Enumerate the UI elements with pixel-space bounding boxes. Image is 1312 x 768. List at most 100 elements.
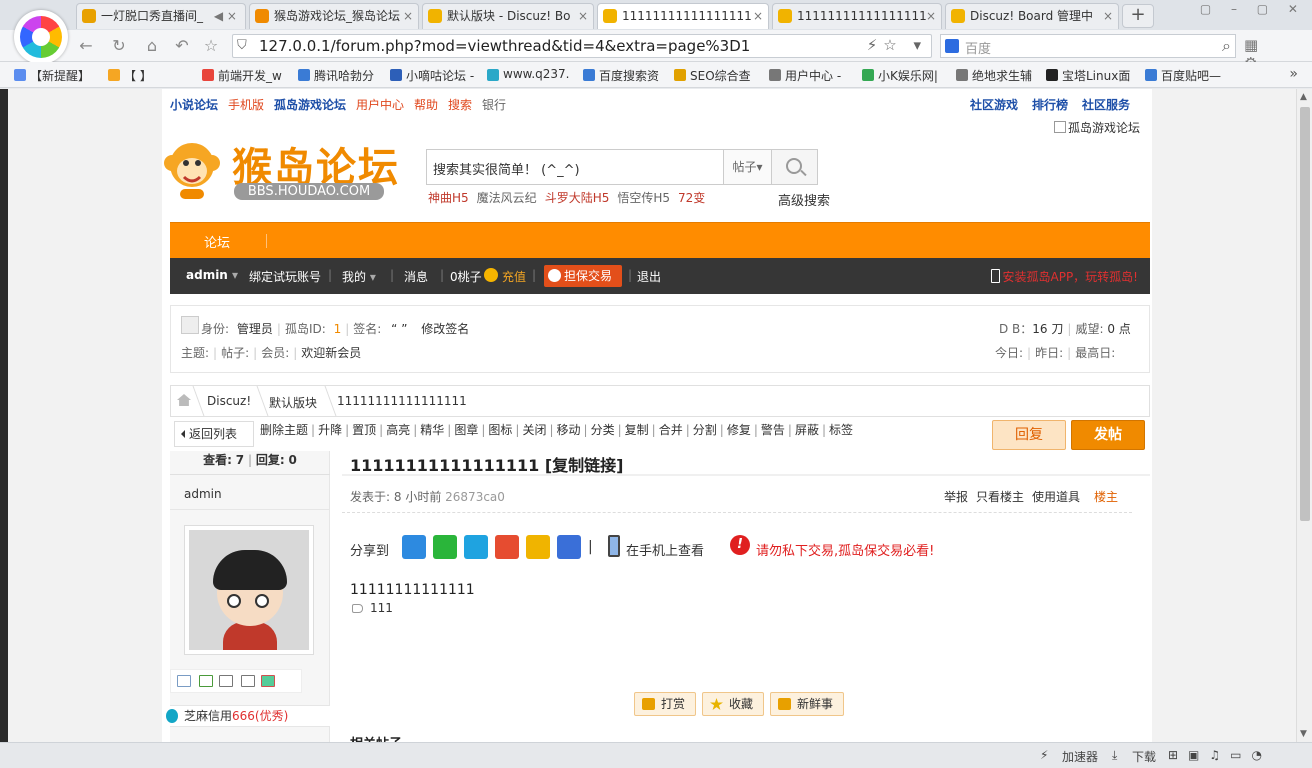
search-icon[interactable]: ⌕ bbox=[1222, 36, 1231, 56]
mod-action[interactable]: 标签 bbox=[829, 423, 853, 437]
bookmark-item[interactable]: 绝地求生辅 bbox=[956, 67, 1032, 84]
bookmark-item[interactable]: www.q237. bbox=[487, 67, 570, 81]
toplink-games[interactable]: 社区游戏 bbox=[970, 96, 1018, 113]
download-icon[interactable]: ⤓ bbox=[1112, 748, 1117, 763]
tab-close-icon[interactable]: × bbox=[1103, 4, 1113, 28]
browser-search-input[interactable]: 百度 ⌕ bbox=[940, 34, 1236, 58]
toplink-services[interactable]: 社区服务 bbox=[1082, 96, 1130, 113]
mod-action[interactable]: 升降 bbox=[318, 423, 342, 437]
bookmark-item[interactable]: 小K娱乐网| bbox=[862, 67, 938, 84]
bookmark-item[interactable]: 用户中心 - bbox=[769, 67, 841, 84]
floor-label[interactable]: 楼主 bbox=[1094, 490, 1118, 504]
hotword-link[interactable]: 魔法风云纪 bbox=[477, 191, 537, 205]
banner-broken-image[interactable]: 孤岛游戏论坛 bbox=[1054, 119, 1140, 136]
mod-action[interactable]: 关闭 bbox=[522, 423, 546, 437]
tab-close-icon[interactable]: × bbox=[926, 4, 936, 28]
bookmark-item[interactable]: 腾讯哈勃分 bbox=[298, 67, 374, 84]
bookmark-item[interactable]: 百度贴吧— bbox=[1145, 67, 1221, 84]
blocks-icon[interactable] bbox=[261, 675, 275, 687]
mod-action[interactable]: 警告 bbox=[761, 423, 785, 437]
page-scrollbar[interactable]: ▲ ▼ bbox=[1296, 89, 1312, 742]
bookmark-item[interactable]: SEO综合查 bbox=[674, 67, 751, 84]
tag-link[interactable]: 111 bbox=[370, 601, 393, 615]
bookmark-item[interactable]: 宝塔Linux面 bbox=[1046, 67, 1130, 84]
toplink-usercenter[interactable]: 用户中心 bbox=[356, 96, 404, 113]
guarantee-trade-button[interactable]: 担保交易 bbox=[544, 265, 622, 287]
new-post-button[interactable]: 发帖 bbox=[1071, 420, 1145, 450]
scroll-up-icon[interactable]: ▲ bbox=[1300, 92, 1307, 102]
mobile-view-link[interactable]: 在手机上查看 bbox=[626, 540, 704, 559]
qq-share-icon[interactable] bbox=[402, 535, 426, 559]
mod-action[interactable]: 精华 bbox=[420, 423, 444, 437]
toplink-rank[interactable]: 排行榜 bbox=[1032, 96, 1068, 113]
share-news-button[interactable]: 新鲜事 bbox=[770, 692, 845, 716]
bookmark-item[interactable]: 小嘀咕论坛 - bbox=[390, 67, 474, 84]
nav-item-forum[interactable]: 论坛 bbox=[204, 232, 230, 251]
card-icon[interactable] bbox=[241, 675, 255, 687]
download-label[interactable]: 下载 bbox=[1132, 748, 1156, 765]
browser-logo-icon[interactable] bbox=[14, 10, 68, 64]
new-tab-button[interactable]: + bbox=[1122, 4, 1154, 28]
bookmark-item[interactable]: 百度搜索资 bbox=[583, 67, 659, 84]
profile-icon[interactable] bbox=[219, 675, 233, 687]
mail-icon[interactable] bbox=[177, 675, 191, 687]
scrollbar-thumb[interactable] bbox=[1300, 107, 1310, 521]
mod-action[interactable]: 高亮 bbox=[386, 423, 410, 437]
hotword-link[interactable]: 斗罗大陆H5 bbox=[545, 191, 610, 205]
mod-action[interactable]: 分类 bbox=[591, 423, 615, 437]
mod-action[interactable]: 图标 bbox=[488, 423, 512, 437]
add-friend-icon[interactable] bbox=[199, 675, 213, 687]
mod-action[interactable]: 图章 bbox=[454, 423, 478, 437]
address-bar[interactable]: ⛉ 127.0.0.1/forum.php?mod=viewthread&tid… bbox=[232, 34, 932, 58]
bind-trial-account-link[interactable]: 绑定试玩账号 bbox=[249, 268, 321, 285]
bookmark-item[interactable]: 【新提醒】 bbox=[14, 67, 90, 84]
home-icon[interactable]: ⌂ bbox=[142, 36, 162, 56]
hotword-link[interactable]: 神曲H5 bbox=[428, 191, 469, 205]
tab-3-active[interactable]: 11111111111111111 × bbox=[597, 3, 769, 29]
tieba-share-icon[interactable] bbox=[557, 535, 581, 559]
trade-warning-link[interactable]: 请勿私下交易,孤岛保交易必看! bbox=[756, 540, 934, 559]
back-to-list-button[interactable]: 返回列表 bbox=[174, 421, 254, 447]
use-item-link[interactable]: 使用道具 bbox=[1032, 490, 1080, 504]
edit-sign-link[interactable]: 修改签名 bbox=[421, 322, 469, 336]
undo-icon[interactable]: ↶ bbox=[172, 36, 192, 56]
logout-link[interactable]: 退出 bbox=[637, 268, 661, 285]
back-icon[interactable]: ← bbox=[76, 36, 96, 56]
favorite-button[interactable]: 收藏 bbox=[702, 692, 765, 716]
hotword-link[interactable]: 悟空传H5 bbox=[617, 191, 670, 205]
accelerator-label[interactable]: 加速器 bbox=[1062, 748, 1098, 765]
forum-search-input[interactable]: 搜索其实很简单！ (^_^) bbox=[426, 149, 724, 185]
welcome-member-link[interactable]: 欢迎新会员 bbox=[301, 346, 361, 360]
tab-4[interactable]: 11111111111111111 × bbox=[772, 3, 942, 29]
address-tools-icon[interactable]: ⚡☆ ▾ bbox=[867, 36, 927, 54]
window-controls[interactable]: ▢ – ▢ ✕ bbox=[1200, 2, 1306, 18]
forum-search-button[interactable] bbox=[772, 149, 818, 185]
tip-button[interactable]: 打赏 bbox=[634, 692, 697, 716]
hotword-link[interactable]: 72变 bbox=[678, 191, 705, 205]
tab-0[interactable]: 一灯脱口秀直播间_ ◀ × bbox=[76, 3, 246, 29]
bookmarks-more-icon[interactable]: » bbox=[1289, 66, 1298, 82]
refresh-icon[interactable]: ↻ bbox=[109, 36, 129, 56]
toplink-novel[interactable]: 小说论坛 bbox=[170, 96, 218, 113]
my-menu[interactable]: 我的 ▾ bbox=[342, 268, 376, 285]
pengyou-share-icon[interactable] bbox=[464, 535, 488, 559]
mod-action[interactable]: 分割 bbox=[693, 423, 717, 437]
toplink-mobile[interactable]: 手机版 bbox=[228, 96, 264, 113]
wechat-share-icon[interactable] bbox=[433, 535, 457, 559]
tab-2[interactable]: 默认版块 - Discuz! Bo × bbox=[422, 3, 594, 29]
weibo-share-icon[interactable] bbox=[495, 535, 519, 559]
mod-action[interactable]: 合并 bbox=[659, 423, 683, 437]
messages-link[interactable]: 消息 bbox=[404, 268, 428, 285]
toplink-bank[interactable]: 银行 bbox=[482, 96, 506, 113]
forum-logo[interactable]: 猴岛论坛 BBS.HOUDAO.COM bbox=[162, 129, 402, 209]
tab-close-icon[interactable]: × bbox=[403, 4, 413, 28]
breadcrumb-item[interactable]: 11111111111111111 bbox=[337, 394, 467, 408]
author-name[interactable]: admin bbox=[184, 487, 222, 501]
mod-action[interactable]: 置顶 bbox=[352, 423, 376, 437]
advanced-search-link[interactable]: 高级搜索 bbox=[778, 190, 830, 209]
mod-action[interactable]: 移动 bbox=[557, 423, 581, 437]
only-op-link[interactable]: 只看楼主 bbox=[976, 490, 1024, 504]
report-link[interactable]: 举报 bbox=[944, 490, 968, 504]
tab-close-icon[interactable]: × bbox=[753, 4, 763, 28]
bookmark-item[interactable]: 前端开发_w bbox=[202, 67, 282, 84]
